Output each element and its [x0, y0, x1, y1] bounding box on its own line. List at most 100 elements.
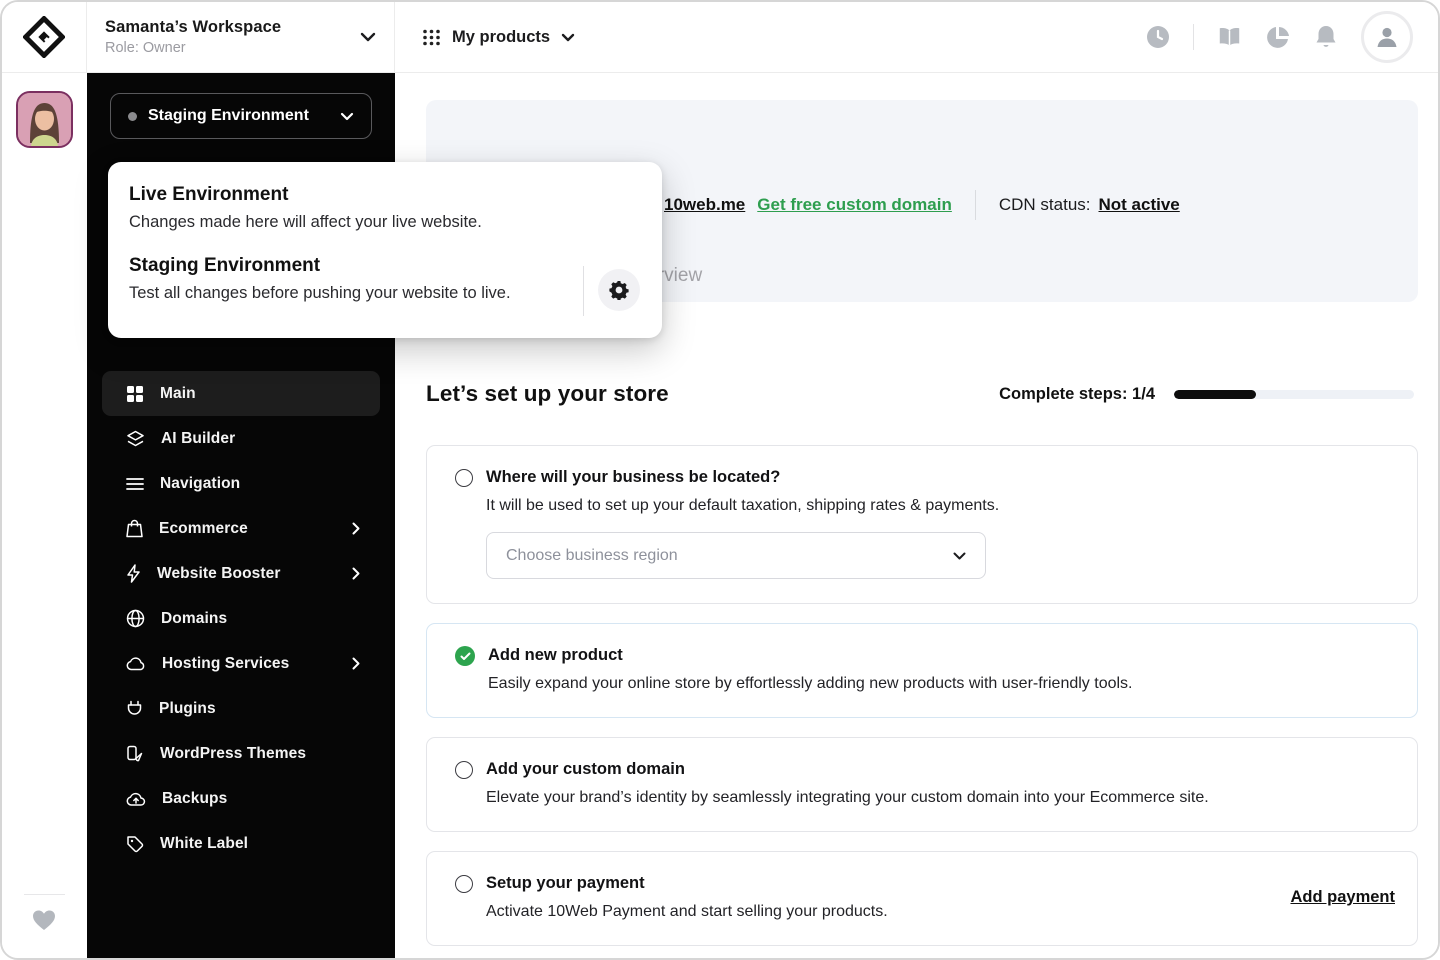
workspace-name: Samanta’s Workspace — [105, 18, 282, 36]
user-avatar[interactable] — [16, 91, 73, 148]
sidebar-item-white-label[interactable]: White Label — [102, 821, 380, 866]
radio-unchecked-icon[interactable] — [455, 875, 473, 893]
my-products-label: My products — [452, 27, 551, 46]
store-setup-title: Let’s set up your store — [426, 381, 669, 406]
topbar-actions — [1145, 2, 1438, 72]
layers-icon — [126, 430, 145, 448]
step-description: Activate 10Web Payment and start selling… — [486, 903, 888, 920]
sidebar-item-ai-builder[interactable]: AI Builder — [102, 416, 380, 461]
sidebar-item-backups[interactable]: Backups — [102, 776, 380, 821]
step-description: Easily expand your online store by effor… — [488, 675, 1133, 692]
workspace-text: Samanta’s Workspace Role: Owner — [105, 18, 360, 56]
env-panel-divider — [583, 266, 584, 316]
sidebar-item-label: Main — [160, 384, 196, 402]
cloud-upload-icon — [126, 791, 146, 807]
clock-icon[interactable] — [1145, 25, 1170, 50]
workspace-role: Role: Owner — [105, 40, 186, 56]
sidebar-item-wordpress-themes[interactable]: WordPress Themes — [102, 731, 380, 776]
environment-selector-label: Staging Environment — [148, 107, 309, 124]
heart-icon[interactable] — [31, 908, 57, 932]
sidebar-item-label: AI Builder — [161, 429, 236, 447]
site-meta-divider — [974, 190, 976, 220]
step-description: Elevate your brand’s identity by seamles… — [486, 789, 1209, 806]
step-body: Where will your business be located? It … — [486, 468, 1395, 579]
topbar-divider — [1193, 24, 1194, 50]
apps-grid-icon — [422, 28, 441, 47]
step-card-custom-domain: Add your custom domain Elevate your bran… — [426, 737, 1418, 832]
logo-cell[interactable] — [2, 2, 87, 72]
step-title: Add your custom domain — [486, 760, 685, 778]
sidebar-item-navigation[interactable]: Navigation — [102, 461, 380, 506]
my-products-selector[interactable]: My products — [395, 2, 575, 72]
sidebar-item-domains[interactable]: Domains — [102, 596, 380, 641]
sidebar-item-plugins[interactable]: Plugins — [102, 686, 380, 731]
add-payment-link[interactable]: Add payment — [1290, 888, 1395, 907]
plug-icon — [126, 700, 143, 718]
step-title: Add new product — [488, 646, 623, 664]
sidebar-item-label: WordPress Themes — [160, 744, 307, 762]
sidebar-item-label: Website Booster — [157, 564, 281, 582]
step-body: Setup your payment Activate 10Web Paymen… — [486, 874, 1277, 921]
notifications-icon[interactable] — [1313, 25, 1338, 50]
step-card-add-product: Add new product Easily expand your onlin… — [426, 623, 1418, 718]
progress-bar — [1174, 389, 1414, 399]
site-meta-row: 10web.me Get free custom domain CDN stat… — [664, 190, 1180, 220]
sidebar-item-main[interactable]: Main — [102, 371, 380, 416]
step-title: Setup your payment — [486, 874, 645, 892]
chevron-down-icon — [340, 112, 354, 121]
sidebar-item-label: Navigation — [160, 474, 241, 492]
app-window: Samanta’s Workspace Role: Owner My produ… — [0, 0, 1440, 960]
settings-gear-icon[interactable] — [598, 269, 640, 311]
sidebar-item-label: Backups — [162, 789, 228, 807]
env-option-title[interactable]: Live Environment — [129, 184, 662, 206]
step-body: Add your custom domain Elevate your bran… — [486, 760, 1395, 807]
radio-unchecked-icon[interactable] — [455, 761, 473, 779]
cloud-icon — [126, 656, 146, 671]
environment-dropdown-panel: Live Environment Changes made here will … — [108, 162, 662, 338]
account-icon[interactable] — [1361, 11, 1413, 63]
cdn-status-label: CDN status: — [998, 195, 1091, 214]
grid-icon — [126, 385, 144, 403]
chevron-right-icon — [352, 567, 360, 580]
sidebar-item-hosting-services[interactable]: Hosting Services — [102, 641, 380, 686]
environment-selector-button[interactable]: Staging Environment — [110, 93, 372, 139]
usage-icon[interactable] — [1265, 25, 1290, 50]
tag-icon — [126, 835, 144, 853]
store-setup-header: Let’s set up your store Complete steps: … — [426, 381, 1414, 407]
sidebar-item-label: Domains — [161, 609, 228, 627]
site-domain-link[interactable]: 10web.me — [664, 195, 745, 215]
step-card-business-location: Where will your business be located? It … — [426, 445, 1418, 604]
globe-icon — [126, 609, 145, 628]
top-bar: Samanta’s Workspace Role: Owner My produ… — [2, 2, 1438, 73]
rail-divider — [24, 894, 65, 895]
10web-logo-icon — [23, 16, 65, 58]
business-region-placeholder: Choose business region — [506, 546, 678, 564]
sidebar-item-label: White Label — [160, 834, 249, 852]
sidebar-item-label: Plugins — [159, 699, 216, 717]
business-region-select[interactable]: Choose business region — [486, 532, 986, 579]
chevron-right-icon — [352, 522, 360, 535]
step-description: It will be used to set up your default t… — [486, 497, 1000, 514]
step-card-payment: Setup your payment Activate 10Web Paymen… — [426, 851, 1418, 946]
sidebar-item-ecommerce[interactable]: Ecommerce — [102, 506, 380, 551]
step-body: Add new product Easily expand your onlin… — [488, 646, 1395, 693]
setup-steps-list: Where will your business be located? It … — [426, 445, 1418, 946]
step-title: Where will your business be located? — [486, 468, 781, 486]
sidebar-item-website-booster[interactable]: Website Booster — [102, 551, 380, 596]
chevron-down-icon — [360, 32, 376, 42]
shopping-bag-icon — [126, 519, 143, 538]
radio-unchecked-icon[interactable] — [455, 469, 473, 487]
get-custom-domain-link[interactable]: Get free custom domain — [757, 195, 952, 215]
env-option-live[interactable]: Live Environment Changes made here will … — [129, 184, 662, 232]
cdn-status-value[interactable]: Not active — [1099, 195, 1180, 215]
check-circle-icon — [455, 646, 475, 666]
theme-icon — [126, 745, 144, 763]
docs-icon[interactable] — [1217, 25, 1242, 50]
chevron-down-icon — [953, 552, 966, 560]
sidebar-item-label: Ecommerce — [159, 519, 248, 537]
sidebar-menu: Main AI Builder Navigation Ecommerce Web… — [102, 371, 380, 866]
left-rail — [2, 73, 87, 958]
chevron-down-icon — [561, 33, 575, 42]
workspace-selector[interactable]: Samanta’s Workspace Role: Owner — [87, 2, 395, 72]
progress-fill — [1174, 389, 1256, 399]
